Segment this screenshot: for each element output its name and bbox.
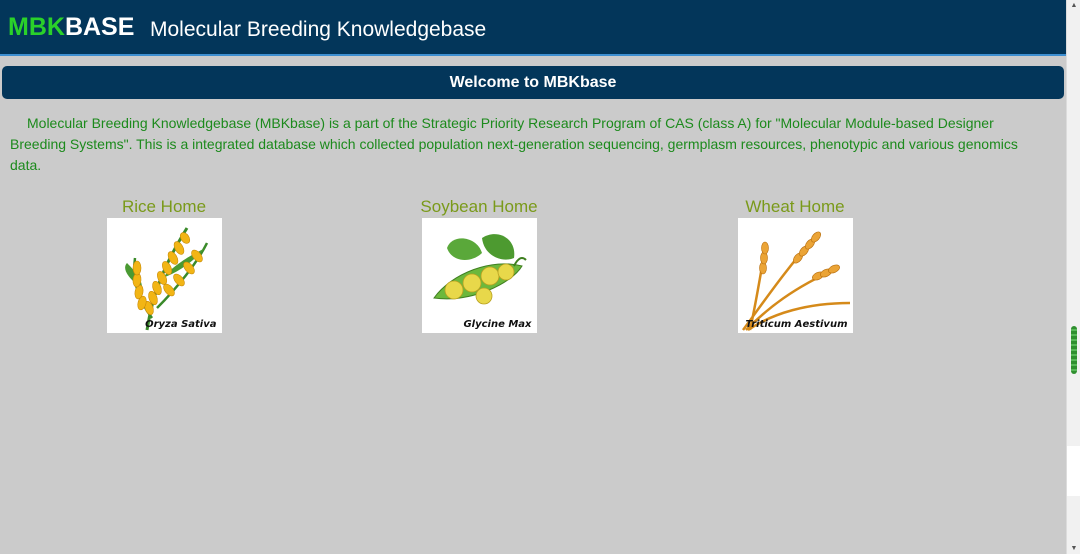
welcome-banner: Welcome to MBKbase [2,66,1064,99]
rice-icon [124,227,208,331]
intro-paragraph: Molecular Breeding Knowledgebase (MBKbas… [10,115,1018,173]
site-header: MBKBASE Molecular Breeding Knowledgebase [0,0,1066,56]
scroll-up-arrow-icon[interactable]: ▲ [1067,2,1080,9]
wheat-icon [741,231,850,332]
crop-card-rice: Rice Home Oryza Sativa [106,196,222,333]
site-logo[interactable]: MBKBASE [8,13,134,42]
rice-latin-name: Oryza Sativa [145,319,217,330]
wheat-home-link[interactable]: Wheat Home [737,196,853,218]
rice-home-link[interactable]: Rice Home [106,196,222,218]
rice-home-image[interactable]: Oryza Sativa [106,218,222,333]
page-scrollbar[interactable]: ▲ ▼ [1066,0,1080,554]
crop-card-wheat: Wheat Home Triticum Aestivum [737,196,853,333]
wheat-home-image[interactable]: Triticum Aestivum [737,218,853,333]
wheat-latin-name: Triticum Aestivum [745,319,848,330]
soybean-icon [432,234,527,305]
logo-mbk: MBK [8,13,65,41]
soybean-latin-name: Glycine Max [463,319,532,330]
scroll-track-segment [1067,446,1080,496]
scroll-down-arrow-icon[interactable]: ▼ [1067,545,1080,552]
site-title: Molecular Breeding Knowledgebase [150,18,487,41]
logo-base: BASE [64,13,135,41]
soybean-home-link[interactable]: Soybean Home [418,196,540,218]
crop-card-soybean: Soybean Home Glycine Max [418,196,540,333]
soybean-home-image[interactable]: Glycine Max [421,218,537,333]
welcome-title: Welcome to MBKbase [449,73,617,91]
scroll-thumb[interactable] [1071,326,1077,374]
